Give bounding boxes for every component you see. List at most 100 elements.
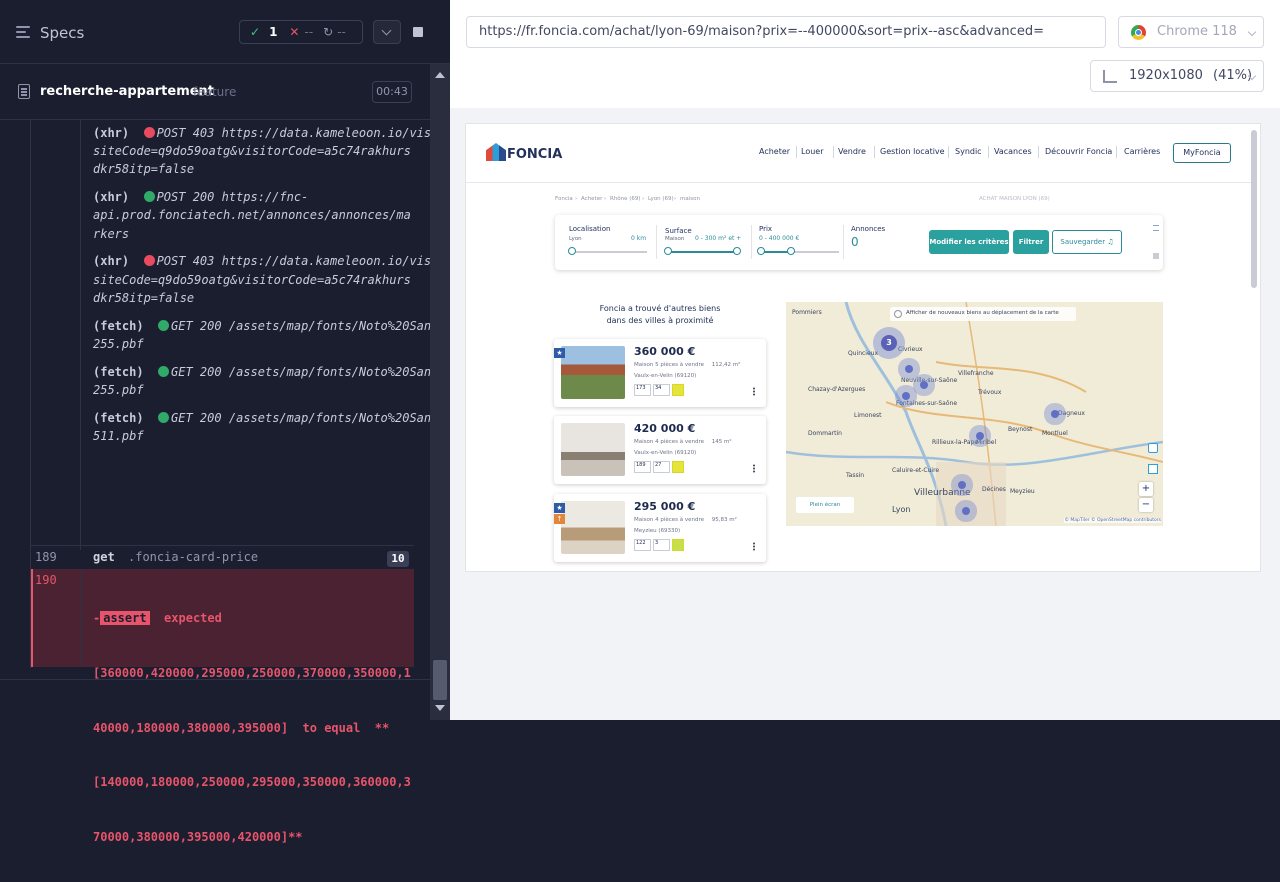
map-marker[interactable] (920, 381, 928, 389)
log-entry[interactable]: (xhr) POST 200 https://fnc-api.prod.fonc… (93, 188, 411, 243)
scroll-handle[interactable] (1153, 253, 1159, 259)
prix-slider[interactable] (763, 251, 839, 253)
property-card[interactable]: ★ ↑ 295 000 € Maison 4 pièces à vendre 9… (554, 494, 766, 562)
map-toggle[interactable]: Afficher de nouveaux biens au déplacemen… (890, 307, 1076, 321)
app-preview-panel: https://fr.foncia.com/achat/lyon-69/mais… (450, 0, 1280, 720)
localisation-knob[interactable] (568, 247, 576, 255)
command-name: get (93, 550, 115, 564)
map-place: Civrieux (898, 346, 923, 353)
filter-label: Filtrer (1018, 238, 1044, 246)
energy-chip: 122 (634, 539, 651, 551)
annonces-count: 0 (851, 235, 859, 249)
ges-chip: 27 (653, 461, 670, 473)
zoom-out-button[interactable]: − (1139, 498, 1153, 512)
command-log-scrollbar[interactable] (430, 64, 450, 720)
results-title-line1: Foncia a trouvé d'autres biens (599, 304, 721, 313)
nav-carrieres[interactable]: Carrières (1124, 147, 1160, 156)
breadcrumb-maison: maison (680, 196, 700, 202)
filter-surface-range: 0 - 300 m² et + (695, 235, 742, 242)
card-price: 295 000 € (634, 500, 696, 513)
map-cluster[interactable]: 3 (881, 335, 897, 351)
property-photo[interactable] (561, 501, 625, 554)
nav-gestion-locative[interactable]: Gestion locative (880, 147, 945, 156)
more-options-icon[interactable] (753, 464, 755, 473)
map-place: Limonest (854, 412, 882, 419)
property-card[interactable]: ★ 360 000 € Maison 5 pièces à vendre 112… (554, 339, 766, 407)
test-stats: ✓ 1 ✕ -- ↻ -- (239, 20, 363, 44)
map-place: Montluel (1042, 430, 1068, 437)
url-bar[interactable]: https://fr.foncia.com/achat/lyon-69/mais… (466, 16, 1106, 48)
breadcrumb-foncia[interactable]: Foncia (555, 196, 573, 202)
map-marker[interactable] (962, 507, 970, 515)
breadcrumb-lyon[interactable]: Lyon (69) (648, 196, 674, 202)
more-options-icon[interactable] (753, 542, 755, 551)
map-place: Dommartin (808, 430, 842, 437)
foncia-logo[interactable]: FONCIA (486, 141, 576, 165)
results-map[interactable]: Afficher de nouveaux biens au déplacemen… (786, 302, 1163, 526)
nav-syndic[interactable]: Syndic (955, 147, 982, 156)
nav-acheter[interactable]: Acheter (759, 147, 790, 156)
property-photo[interactable] (561, 423, 625, 476)
draw-shape-icon[interactable] (1148, 443, 1158, 453)
map-place: Meyzieu (1010, 488, 1035, 495)
surface-knob-min[interactable] (664, 247, 672, 255)
collapse-button[interactable] (373, 20, 401, 44)
map-marker[interactable] (905, 365, 913, 373)
status-dot-icon (158, 319, 170, 331)
map-marker[interactable] (958, 481, 966, 489)
nav-decouvrir[interactable]: Découvrir Foncia (1045, 147, 1112, 156)
toggle-checkbox[interactable] (894, 310, 902, 318)
save-search-button[interactable]: Sauvegarder ♫ (1052, 230, 1122, 254)
stop-button[interactable] (403, 20, 431, 44)
pending-count: -- (337, 25, 346, 39)
scrollbar-thumb[interactable] (433, 660, 447, 700)
nav-louer[interactable]: Louer (801, 147, 824, 156)
request-kind: (xhr) (93, 254, 130, 269)
map-marker[interactable] (976, 432, 984, 440)
status-dot-icon (143, 255, 155, 267)
fullscreen-button[interactable]: Plein écran (796, 497, 854, 513)
modify-criteria-button[interactable]: Modifier les critères (929, 230, 1009, 254)
scroll-up-icon[interactable] (435, 72, 445, 78)
spec-row[interactable]: recherche-appartement feature 00:43 (0, 64, 430, 120)
property-card[interactable]: 420 000 € Maison 4 pièces à vendre 145 m… (554, 416, 766, 484)
nav-vacances[interactable]: Vacances (994, 147, 1032, 156)
prix-knob-max[interactable] (787, 247, 795, 255)
surface-knob-max[interactable] (733, 247, 741, 255)
cluster-count: 3 (886, 338, 892, 347)
request-url: https://fnc- (221, 190, 309, 205)
list-view-icon[interactable] (1153, 225, 1159, 231)
star-icon: ★ (554, 348, 565, 358)
zoom-in-button[interactable]: + (1139, 482, 1153, 496)
energy-chip: 173 (634, 384, 651, 396)
filter-button[interactable]: Filtrer (1013, 230, 1049, 254)
specs-label[interactable]: Specs (40, 24, 84, 42)
fullscreen-label: Plein écran (809, 502, 841, 508)
bell-icon: ♫ (1107, 238, 1114, 246)
map-marker[interactable] (902, 392, 910, 400)
surface-slider[interactable] (669, 251, 737, 253)
menu-icon[interactable] (16, 26, 32, 40)
myfoncia-button[interactable]: MyFoncia (1173, 143, 1231, 163)
more-options-icon[interactable] (753, 387, 755, 396)
draw-zone-icon[interactable] (1148, 464, 1158, 474)
viewport-selector[interactable]: 1920x1080 (41%) (1090, 60, 1264, 92)
map-place: Villeurbanne (914, 488, 971, 498)
failed-icon: ✕ (289, 25, 300, 39)
property-photo[interactable] (561, 346, 625, 399)
prix-knob-min[interactable] (757, 247, 765, 255)
map-place: Neuville-sur-Saône (901, 377, 958, 384)
map-place: Caluire-et-Cuire (892, 467, 940, 474)
command-row[interactable]: 189 get .foncia-card-price 10 (31, 545, 414, 569)
breadcrumb-rhone[interactable]: Rhône (69) (610, 196, 641, 202)
assert-error-row[interactable]: 190 - assert expected [360000,420000,2950… (31, 569, 414, 844)
nav-vendre[interactable]: Vendre (838, 147, 866, 156)
request-url: dkr58itp=false (93, 290, 195, 305)
page-scrollbar[interactable] (1251, 130, 1257, 288)
scroll-down-icon[interactable] (435, 705, 445, 711)
map-marker[interactable] (1051, 410, 1059, 418)
browser-selector[interactable]: Chrome 118 (1118, 16, 1264, 48)
localisation-slider[interactable] (573, 251, 647, 253)
breadcrumb-acheter[interactable]: Acheter (581, 196, 602, 202)
map-place: Miribel (976, 439, 997, 446)
